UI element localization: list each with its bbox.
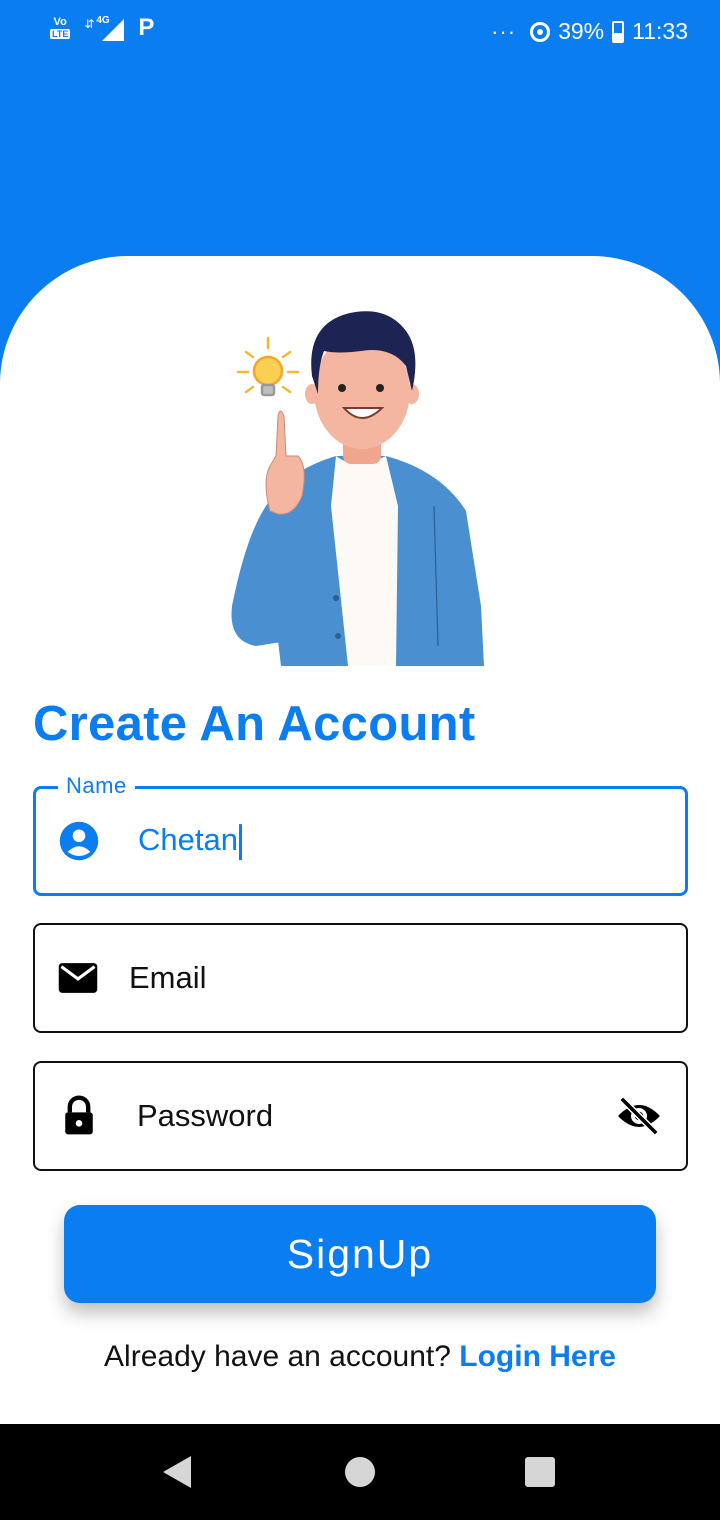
page-title: Create An Account: [33, 697, 476, 751]
status-bar-left: Vo LTE ⇵ 4G P: [50, 14, 154, 42]
volte-indicator: Vo LTE: [50, 16, 71, 39]
recent-apps-icon[interactable]: [525, 1457, 555, 1487]
battery-percent: 39%: [558, 18, 605, 44]
data-arrows-icon: ⇵: [84, 17, 95, 31]
home-icon[interactable]: [345, 1457, 375, 1487]
app-notification-icon: P: [138, 14, 155, 41]
login-link[interactable]: Login Here: [459, 1340, 616, 1373]
signal-bars-icon: [102, 19, 125, 41]
name-input-value: Chetan: [138, 822, 238, 858]
name-field-label: Name: [58, 773, 135, 799]
email-input[interactable]: Email: [129, 960, 207, 996]
lightbulb-icon: [236, 336, 300, 397]
more-notifications-icon: ···: [491, 18, 517, 44]
login-prompt-text: Already have an account?: [104, 1340, 451, 1373]
man-with-idea-illustration: [231, 311, 484, 666]
login-prompt: Already have an account? Login Here: [0, 1340, 720, 1374]
name-input[interactable]: Chetan: [138, 822, 242, 860]
status-bar: Vo LTE ⇵ 4G P ··· 39% 11:33: [0, 0, 720, 64]
hotspot-icon: [530, 21, 551, 42]
lock-icon: [65, 1095, 93, 1135]
status-bar-right: ··· 39% 11:33: [491, 18, 688, 45]
visibility-off-icon[interactable]: [616, 1096, 662, 1136]
password-field[interactable]: Password: [33, 1061, 688, 1171]
account-circle-icon: [59, 821, 99, 861]
password-input[interactable]: Password: [137, 1098, 273, 1134]
clock: 11:33: [632, 18, 688, 44]
mobile-signal-icon: ⇵ 4G: [84, 15, 125, 41]
name-field[interactable]: Name Chetan: [33, 773, 688, 896]
text-caret: [238, 823, 242, 860]
system-navigation-bar: [0, 1424, 720, 1520]
lte-badge: LTE: [50, 29, 71, 39]
battery-icon: [612, 20, 625, 43]
back-icon[interactable]: [163, 1456, 191, 1488]
signup-button[interactable]: SignUp: [64, 1205, 656, 1303]
mail-icon: [58, 963, 98, 993]
email-field[interactable]: Email: [33, 923, 688, 1033]
